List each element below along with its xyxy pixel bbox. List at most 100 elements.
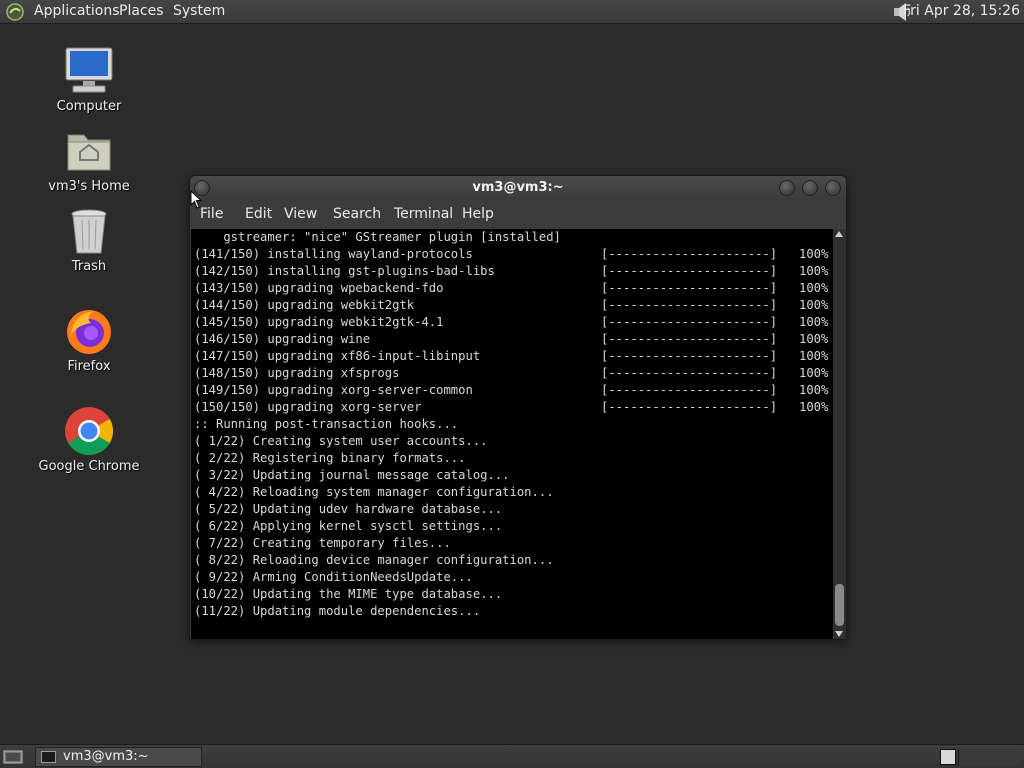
computer-icon: [65, 47, 113, 93]
terminal-line-text: :: Running post-transaction hooks...: [194, 417, 459, 431]
terminal-line-text: (144/150) upgrading webkit2gtk: [194, 298, 415, 312]
terminal-line-text: (149/150) upgrading xorg-server-common: [194, 383, 473, 397]
desktop-icon-label: Trash: [71, 259, 107, 274]
terminal-icon: [41, 751, 56, 763]
terminal-window[interactable]: vm3@vm3:~ File Edit View Search Terminal…: [189, 175, 847, 640]
bottom-panel: vm3@vm3:~: [0, 744, 1024, 768]
taskbar-item-label: vm3@vm3:~: [63, 749, 149, 764]
gnome-foot-icon[interactable]: [5, 2, 25, 22]
progress-percent: 100%: [799, 315, 829, 329]
maximize-button[interactable]: [802, 180, 818, 196]
progress-bar-text: [----------------------]: [601, 315, 778, 329]
taskbar-item-terminal[interactable]: vm3@vm3:~: [35, 747, 202, 767]
progress-percent: 100%: [799, 349, 829, 363]
scroll-down-arrow-icon[interactable]: [835, 631, 843, 637]
terminal-line: (147/150) upgrading xf86-input-libinput […: [194, 348, 833, 365]
terminal-line-text: (142/150) installing gst-plugins-bad-lib…: [194, 264, 495, 278]
desktop-icon-label: vm3's Home: [48, 179, 130, 194]
terminal-line-text: ( 6/22) Applying kernel sysctl settings.…: [194, 519, 503, 533]
terminal-line-text: ( 5/22) Updating udev hardware database.…: [194, 502, 503, 516]
workspace-2[interactable]: [958, 749, 1020, 765]
mouse-cursor-icon: [190, 190, 203, 209]
progress-bar-text: [----------------------]: [601, 247, 778, 261]
terminal-line-text: ( 3/22) Updating journal message catalog…: [194, 468, 510, 482]
desktop-icon-home[interactable]: vm3's Home: [29, 125, 149, 194]
scroll-up-arrow-icon[interactable]: [835, 231, 843, 237]
progress-bar-text: [----------------------]: [601, 383, 778, 397]
desktop-icon-label: Firefox: [67, 359, 111, 374]
terminal-line: (148/150) upgrading xfsprogs [-----------…: [194, 365, 833, 382]
window-titlebar[interactable]: vm3@vm3:~: [190, 176, 846, 200]
terminal-line-text: (11/22) Updating module dependencies...: [194, 604, 481, 618]
minimize-button[interactable]: [779, 180, 795, 196]
terminal-line-text: ( 8/22) Reloading device manager configu…: [194, 553, 554, 567]
terminal-line: (150/150) upgrading xorg-server [--------…: [194, 399, 833, 416]
menu-places[interactable]: Places: [119, 3, 164, 19]
terminal-line: ( 6/22) Applying kernel sysctl settings.…: [194, 518, 833, 535]
terminal-line-text: (145/150) upgrading webkit2gtk-4.1: [194, 315, 444, 329]
close-button[interactable]: [825, 180, 841, 196]
progress-bar-text: [----------------------]: [601, 298, 778, 312]
chrome-icon: [65, 407, 114, 455]
progress-bar-text: [----------------------]: [601, 332, 778, 346]
progress-percent: 100%: [799, 332, 829, 346]
workspace-1[interactable]: [940, 749, 956, 765]
clock[interactable]: Fri Apr 28, 15:26: [903, 3, 1020, 19]
window-title: vm3@vm3:~: [472, 180, 564, 195]
progress-bar-text: [----------------------]: [601, 400, 778, 414]
progress-bar-text: [----------------------]: [601, 281, 778, 295]
terminal-line: :: Running post-transaction hooks...: [194, 416, 833, 433]
progress-percent: 100%: [799, 264, 829, 278]
progress-percent: 100%: [799, 383, 829, 397]
terminal-line-text: (146/150) upgrading wine: [194, 332, 371, 346]
terminal-line: gstreamer: "nice" GStreamer plugin [inst…: [194, 229, 833, 246]
desktop-icon-chrome[interactable]: Google Chrome: [29, 405, 149, 474]
menu-applications[interactable]: Applications: [34, 3, 120, 19]
terminal-line-text: (148/150) upgrading xfsprogs: [194, 366, 400, 380]
progress-bar-text: [----------------------]: [601, 349, 778, 363]
terminal-output[interactable]: gstreamer: "nice" GStreamer plugin [inst…: [191, 229, 833, 639]
terminal-line-text: ( 1/22) Creating system user accounts...: [194, 434, 488, 448]
terminal-scrollbar[interactable]: [833, 229, 846, 639]
terminal-line-text: (10/22) Updating the MIME type database.…: [194, 587, 503, 601]
terminal-line-text: ( 9/22) Arming ConditionNeedsUpdate...: [194, 570, 473, 584]
terminal-line: (143/150) upgrading wpebackend-fdo [-----…: [194, 280, 833, 297]
terminal-line: (141/150) installing wayland-protocols [-…: [194, 246, 833, 263]
menu-help[interactable]: Help: [462, 206, 494, 222]
terminal-line-text: ( 2/22) Registering binary formats...: [194, 451, 466, 465]
progress-bar-text: [----------------------]: [601, 264, 778, 278]
terminal-line: ( 4/22) Reloading system manager configu…: [194, 484, 833, 501]
desktop-icon-firefox[interactable]: Firefox: [29, 305, 149, 374]
terminal-line: (145/150) upgrading webkit2gtk-4.1 [-----…: [194, 314, 833, 331]
desktop-icon-label: Computer: [56, 99, 122, 114]
desktop-icon-label: Google Chrome: [38, 459, 140, 474]
menu-search[interactable]: Search: [333, 206, 381, 222]
progress-percent: 100%: [799, 281, 829, 295]
terminal-line: (142/150) installing gst-plugins-bad-lib…: [194, 263, 833, 280]
terminal-menubar: File Edit View Search Terminal Help: [190, 200, 846, 228]
menu-view[interactable]: View: [284, 206, 317, 222]
show-desktop-icon[interactable]: [3, 749, 23, 765]
terminal-line: ( 1/22) Creating system user accounts...: [194, 433, 833, 450]
terminal-line: (144/150) upgrading webkit2gtk [---------…: [194, 297, 833, 314]
menu-terminal[interactable]: Terminal: [394, 206, 453, 222]
menu-edit[interactable]: Edit: [245, 206, 272, 222]
terminal-line: (146/150) upgrading wine [---------------…: [194, 331, 833, 348]
terminal-line: ( 3/22) Updating journal message catalog…: [194, 467, 833, 484]
terminal-line: ( 7/22) Creating temporary files...: [194, 535, 833, 552]
terminal-line: ( 9/22) Arming ConditionNeedsUpdate...: [194, 569, 833, 586]
home-folder-icon: [67, 134, 111, 171]
progress-percent: 100%: [799, 298, 829, 312]
firefox-icon: [67, 310, 111, 354]
progress-percent: 100%: [799, 247, 829, 261]
desktop-icon-computer[interactable]: Computer: [29, 45, 149, 114]
trash-icon: [71, 209, 107, 254]
scrollbar-thumb[interactable]: [835, 584, 844, 626]
terminal-line: ( 2/22) Registering binary formats...: [194, 450, 833, 467]
progress-bar-text: [----------------------]: [601, 366, 778, 380]
terminal-line-text: (150/150) upgrading xorg-server: [194, 400, 422, 414]
menu-system[interactable]: System: [173, 3, 225, 19]
terminal-line-text: gstreamer: "nice" GStreamer plugin [inst…: [194, 230, 561, 244]
terminal-line: (149/150) upgrading xorg-server-common [-…: [194, 382, 833, 399]
desktop-icon-trash[interactable]: Trash: [29, 205, 149, 274]
